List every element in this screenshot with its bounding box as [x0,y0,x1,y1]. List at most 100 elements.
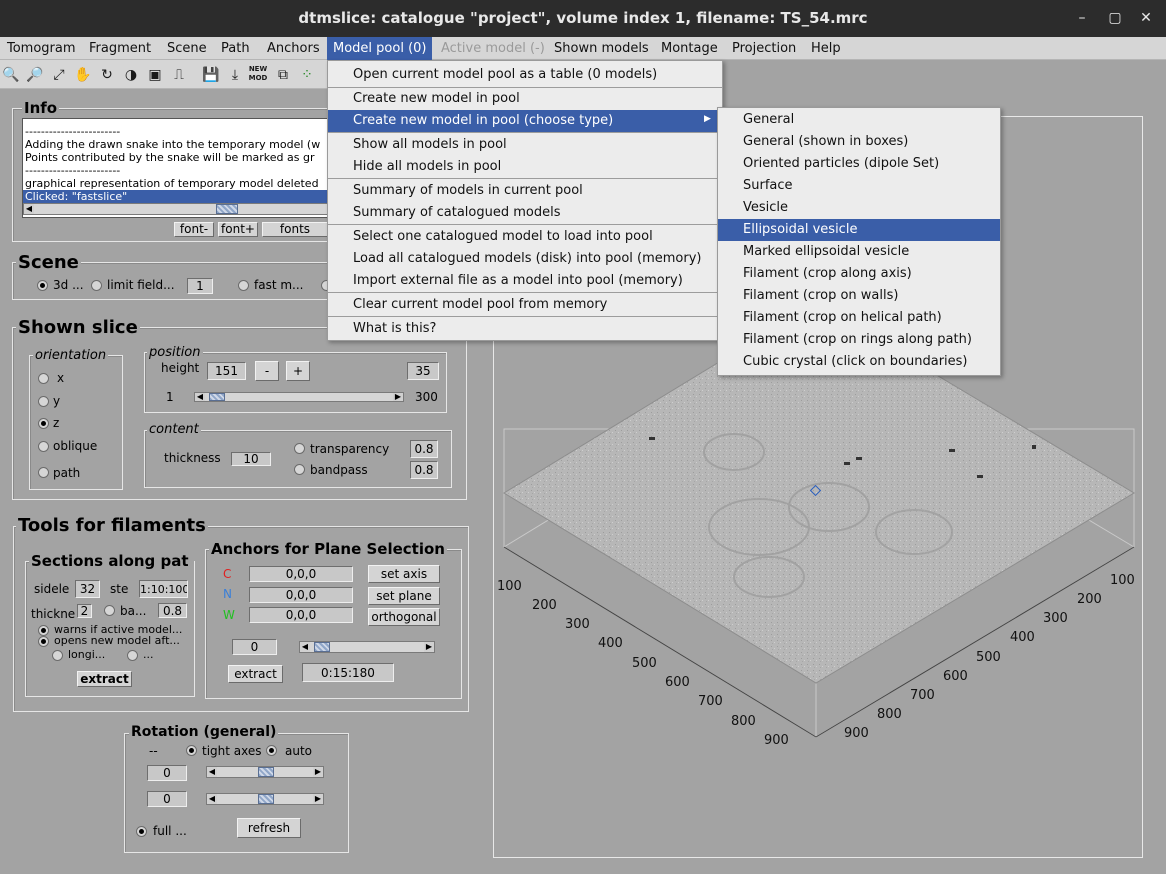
bandpass-input[interactable]: 0.8 [410,461,438,479]
menu-projection[interactable]: Projection [726,37,802,60]
load-icon[interactable]: ⤓ [225,65,245,85]
menu-item-select-catalogued[interactable]: Select one catalogued model to load into… [328,226,722,248]
rotation-slider-2[interactable]: ◀ ▶ [206,793,324,805]
extract-plane-button[interactable]: extract [228,665,283,683]
save-icon[interactable]: 💾 [201,65,221,85]
bandpass-radio[interactable] [294,464,305,475]
menu-item-open-pool-table[interactable]: Open current model pool as a table (0 mo… [328,64,722,86]
invert-icon[interactable]: ▣ [145,65,165,85]
rotation-slider-thumb-2[interactable] [258,794,274,804]
longi-radio[interactable] [52,650,63,661]
height-step-input[interactable]: 35 [407,362,439,380]
fit-icon[interactable]: ⤢ [49,65,69,85]
slider-right-icon[interactable]: ▶ [393,393,403,401]
menu-item-what-is-this[interactable]: What is this? [328,318,722,340]
menu-item-import-external[interactable]: Import external file as a model into poo… [328,270,722,292]
menu-item-create-model[interactable]: Create new model in pool [328,88,722,110]
thickne-input[interactable]: 2 [77,604,92,618]
menu-anchors[interactable]: Anchors [261,37,326,60]
thickness-input[interactable]: 10 [231,452,271,466]
orientation-oblique-radio[interactable] [38,441,49,452]
model-type-filament-axis[interactable]: Filament (crop along axis) [718,263,1000,285]
warns-radio[interactable] [38,625,49,636]
menu-tomogram[interactable]: Tomogram [1,37,82,60]
slider-left-icon[interactable]: ◀ [207,767,217,777]
menu-shown-models[interactable]: Shown models [548,37,655,60]
fonts-button[interactable]: fonts [262,222,328,237]
ba-radio[interactable] [104,605,115,616]
orthogonal-button[interactable]: orthogonal [368,608,440,626]
scene-3d-radio[interactable] [37,280,48,291]
menu-item-summary-pool[interactable]: Summary of models in current pool [328,180,722,202]
slider-left-icon[interactable]: ◀ [207,794,217,804]
minimize-icon[interactable]: – [1070,6,1094,30]
slider-left-icon[interactable]: ◀ [300,642,310,652]
height-slider[interactable]: ◀ ▶ [194,392,404,402]
height-decrement-button[interactable]: - [255,361,279,381]
rotation-slider-1[interactable]: ◀ ▶ [206,766,324,778]
ba-input[interactable]: 0.8 [158,603,187,618]
model-type-oriented-particles[interactable]: Oriented particles (dipole Set) [718,153,1000,175]
scroll-left-icon[interactable]: ◀ [24,204,34,214]
model-type-general[interactable]: General [718,109,1000,131]
menu-model-pool[interactable]: Model pool (0) [327,37,433,60]
model-type-vesicle[interactable]: Vesicle [718,197,1000,219]
font-plus-button[interactable]: font+ [218,222,258,237]
slider-left-icon[interactable]: ◀ [195,393,205,401]
transparency-radio[interactable] [294,443,305,454]
rotation-value-2[interactable]: 0 [147,791,187,807]
rotate-icon[interactable]: ↻ [97,65,117,85]
auto-radio[interactable] [266,745,277,756]
info-log[interactable]: ------------------------ Adding the draw… [22,118,332,218]
height-input[interactable]: 151 [207,362,246,380]
duplicate-icon[interactable]: ⧉ [273,65,293,85]
zoom-in-icon[interactable]: 🔍 [1,65,21,85]
full-radio[interactable] [136,826,147,837]
menu-item-create-model-choose-type[interactable]: Create new model in pool (choose type) [328,110,722,132]
close-icon[interactable]: ✕ [1134,6,1158,30]
menu-item-show-all[interactable]: Show all models in pool [328,134,722,156]
model-type-filament-helical[interactable]: Filament (crop on helical path) [718,307,1000,329]
height-slider-thumb[interactable] [209,393,225,401]
log-line-selected[interactable]: Clicked: "fastslice" [23,190,331,203]
angle-range-input[interactable]: 0:15:180 [302,663,394,682]
angle-slider-thumb[interactable] [314,642,330,652]
new-model-icon[interactable]: NEW MOD [248,65,268,85]
scene-fast-radio[interactable] [238,280,249,291]
orientation-y-radio[interactable] [38,396,49,407]
slider-right-icon[interactable]: ▶ [424,642,434,652]
sidele-input[interactable]: 32 [75,580,100,598]
maximize-icon[interactable]: ▢ [1103,6,1127,30]
menu-fragment[interactable]: Fragment [83,37,157,60]
font-minus-button[interactable]: font- [174,222,214,237]
limit-field-input[interactable]: 1 [187,278,213,294]
extract-sections-button[interactable]: extract [77,671,132,687]
model-type-filament-walls[interactable]: Filament (crop on walls) [718,285,1000,307]
points-icon[interactable]: ⁘ [297,65,317,85]
orientation-z-radio[interactable] [38,418,49,429]
refresh-button[interactable]: refresh [237,818,301,838]
info-hscrollbar[interactable]: ◀ [23,203,331,215]
menu-item-hide-all[interactable]: Hide all models in pool [328,156,722,178]
scroll-thumb[interactable] [216,204,238,214]
menu-item-load-all-catalogued[interactable]: Load all catalogued models (disk) into p… [328,248,722,270]
pan-hand-icon[interactable]: ✋ [73,65,93,85]
slider-right-icon[interactable]: ▶ [313,794,323,804]
model-type-surface[interactable]: Surface [718,175,1000,197]
set-plane-button[interactable]: set plane [368,587,440,605]
slider-right-icon[interactable]: ▶ [313,767,323,777]
tight-axes-radio[interactable] [186,745,197,756]
set-axis-button[interactable]: set axis [368,565,440,583]
rotation-value-1[interactable]: 0 [147,765,187,781]
transparency-input[interactable]: 0.8 [410,440,438,458]
menu-path[interactable]: Path [215,37,256,60]
orientation-path-radio[interactable] [38,467,49,478]
height-increment-button[interactable]: + [286,361,310,381]
zoom-out-icon[interactable]: 🔎 [25,65,45,85]
model-type-cubic-crystal[interactable]: Cubic crystal (click on boundaries) [718,351,1000,373]
opens-radio[interactable] [38,636,49,647]
model-type-general-boxes[interactable]: General (shown in boxes) [718,131,1000,153]
scene-limit-radio[interactable] [91,280,102,291]
angle-slider[interactable]: ◀ ▶ [299,641,435,653]
ste-input[interactable]: 1:10:100 [139,580,188,598]
